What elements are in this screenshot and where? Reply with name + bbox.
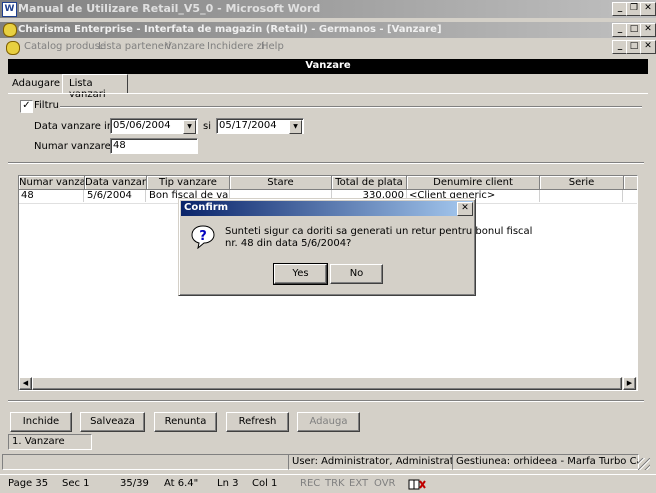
renunta-button[interactable]: Renunta <box>154 412 217 432</box>
scroll-thumb[interactable] <box>32 377 622 390</box>
col-header-data[interactable]: Data vanzarii <box>85 176 147 190</box>
word-ovr[interactable]: OVR <box>374 478 395 489</box>
date-from-value: 05/06/2004 <box>113 120 171 131</box>
mdi-logo-icon[interactable] <box>6 41 20 55</box>
word-page: Page 35 <box>8 478 49 489</box>
menu-help[interactable]: Help <box>259 39 286 54</box>
inchide-button[interactable]: Inchide <box>10 412 72 432</box>
filter-label: Filtru <box>34 100 59 111</box>
filter-checkbox[interactable]: ✓ <box>20 100 33 113</box>
salveaza-button[interactable]: Salveaza <box>80 412 145 432</box>
cell-numar: 48 <box>19 190 84 202</box>
word-app-icon[interactable]: W <box>2 2 17 17</box>
word-status-bar: Page 35 Sec 1 35/39 At 6.4" Ln 3 Col 1 R… <box>0 474 656 493</box>
app-logo-icon <box>3 23 17 37</box>
scroll-left-icon[interactable]: ◀ <box>19 377 32 390</box>
form-title-bar: Vanzare <box>8 59 648 74</box>
app-close-icon[interactable]: ✕ <box>640 23 656 37</box>
word-col: Col 1 <box>252 478 278 489</box>
col-header-numar[interactable]: Numar vanzare <box>19 176 85 190</box>
spelling-book-icon[interactable] <box>408 478 426 490</box>
word-trk[interactable]: TRK <box>325 478 345 489</box>
cell-data: 5/6/2004 <box>85 190 146 202</box>
close-icon[interactable]: ✕ <box>640 2 656 16</box>
window-list-item[interactable]: 1. Vanzare <box>8 434 92 450</box>
menu-inchidere-zi[interactable]: Inchidere zi <box>205 39 267 54</box>
no-button[interactable]: No <box>330 264 383 284</box>
chevron-down-icon[interactable]: ▼ <box>289 120 302 134</box>
word-section: Sec 1 <box>62 478 90 489</box>
word-at: At 6.4" <box>164 478 199 489</box>
dialog-close-icon[interactable]: ✕ <box>457 202 473 216</box>
menu-vanzare[interactable]: Vanzare <box>163 39 207 54</box>
question-icon: ? <box>191 225 215 250</box>
status-gestiune: Gestiunea: orhideea - Marfa Turbo Carre <box>452 454 639 470</box>
date-to-select[interactable]: 05/17/2004 ▼ <box>216 118 304 134</box>
status-empty-cell <box>2 454 289 470</box>
menu-lista-parteneri[interactable]: Lista parteneri <box>96 39 173 54</box>
word-title: Manual de Utilizare Retail_V5_0 - Micros… <box>18 2 321 15</box>
dialog-message-line1: Sunteti sigur ca doriti sa generati un r… <box>225 226 533 237</box>
number-input[interactable]: 48 <box>110 138 198 154</box>
filter-bottom-line <box>8 162 644 164</box>
dialog-message-line2: nr. 48 din data 5/6/2004? <box>225 238 352 249</box>
adauga-button[interactable]: Adauga <box>297 412 360 432</box>
status-user: User: Administrator, Administrator <box>288 454 453 470</box>
cell-serie <box>540 190 623 202</box>
word-pages: 35/39 <box>120 478 149 489</box>
app-title-bar[interactable]: Charisma Enterprise - Interfata de magaz… <box>0 22 656 38</box>
dialog-title-bar[interactable]: Confirm ✕ <box>181 201 473 216</box>
col-header-stare[interactable]: Stare <box>230 176 332 190</box>
and-label: si <box>203 121 211 132</box>
yes-button[interactable]: Yes <box>273 263 328 285</box>
filter-line <box>60 106 642 108</box>
col-header-serie[interactable]: Serie <box>540 176 624 190</box>
col-header-client[interactable]: Denumire client <box>407 176 540 190</box>
col-header-tip[interactable]: Tip vanzare <box>147 176 230 190</box>
tab-lista-vanzari[interactable]: Lista vanzari <box>62 74 128 100</box>
resize-grip-icon[interactable] <box>638 458 650 470</box>
scroll-right-icon[interactable]: ▶ <box>623 377 636 390</box>
col-header-total[interactable]: Total de plata <box>332 176 407 190</box>
col-header-filler <box>624 176 637 190</box>
svg-text:?: ? <box>199 229 207 244</box>
date-to-value: 05/17/2004 <box>219 120 277 131</box>
word-rec[interactable]: REC <box>300 478 320 489</box>
chevron-down-icon[interactable]: ▼ <box>183 120 196 134</box>
word-ext[interactable]: EXT <box>349 478 368 489</box>
app-title: Charisma Enterprise - Interfata de magaz… <box>18 24 442 35</box>
dialog-title: Confirm <box>184 202 229 213</box>
number-label: Numar vanzare <box>34 141 111 152</box>
number-value: 48 <box>113 140 126 151</box>
menu-bar: Catalog produse Lista parteneri Vanzare … <box>0 39 656 55</box>
tab-lista-vanzari-label: Lista vanzari <box>69 78 106 100</box>
word-ln: Ln 3 <box>217 478 239 489</box>
word-title-bar[interactable]: W Manual de Utilizare Retail_V5_0 - Micr… <box>0 0 656 18</box>
horizontal-scrollbar[interactable]: ◀ ▶ <box>19 377 637 390</box>
form-title: Vanzare <box>305 60 351 71</box>
refresh-button[interactable]: Refresh <box>226 412 289 432</box>
tab-divider <box>8 93 648 94</box>
tab-adaugare-label: Adaugare <box>12 78 60 89</box>
mdi-close-icon[interactable]: ✕ <box>640 40 656 54</box>
tab-adaugare[interactable]: Adaugare <box>8 76 60 92</box>
grid-bottom-line <box>8 400 644 402</box>
window-list-label: 1. Vanzare <box>12 436 65 447</box>
status-bar: User: Administrator, Administrator Gesti… <box>0 452 656 472</box>
date-from-select[interactable]: 05/06/2004 ▼ <box>110 118 198 134</box>
confirm-dialog[interactable]: Confirm ✕ ? Sunteti sigur ca doriti sa g… <box>178 198 532 296</box>
